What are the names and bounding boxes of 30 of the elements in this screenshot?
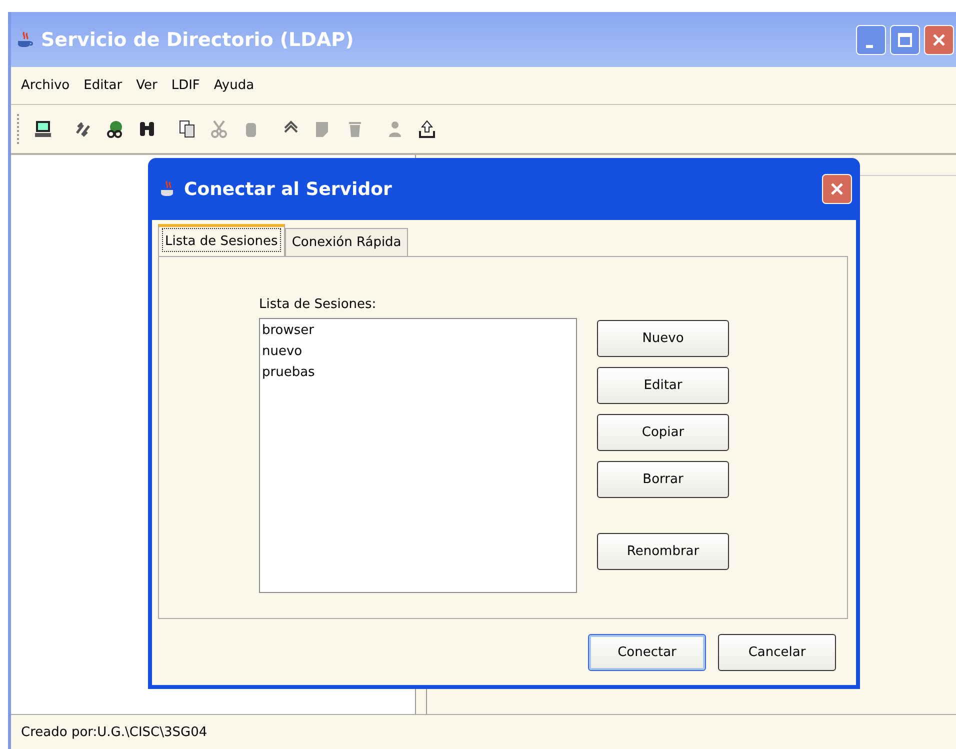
- list-item[interactable]: nuevo: [262, 344, 574, 359]
- computer-icon[interactable]: [32, 118, 54, 140]
- list-item[interactable]: browser: [262, 323, 574, 338]
- action-button[interactable]: Editar: [597, 367, 729, 404]
- action-button[interactable]: Copiar: [597, 414, 729, 451]
- list-item[interactable]: pruebas: [262, 365, 574, 380]
- menu-item[interactable]: Archivo: [21, 78, 70, 93]
- dialog-button[interactable]: Conectar: [588, 634, 706, 670]
- action-button[interactable]: Borrar: [597, 461, 729, 498]
- close-button[interactable]: [924, 24, 954, 54]
- minimize-icon: [866, 44, 872, 48]
- export-icon[interactable]: [416, 118, 438, 140]
- status-text: Creado por:U.G.\CISC\3SG04: [21, 724, 208, 740]
- action-button[interactable]: Renombrar: [597, 533, 729, 570]
- dialog-button[interactable]: Cancelar: [718, 634, 836, 670]
- action-button[interactable]: Nuevo: [597, 320, 729, 357]
- menu-item[interactable]: Ver: [136, 78, 158, 93]
- window-title: Servicio de Directorio (LDAP): [41, 28, 354, 50]
- dialog-title: Conectar al Servidor: [184, 178, 392, 200]
- menu-item[interactable]: LDIF: [171, 78, 200, 93]
- close-button[interactable]: [822, 174, 852, 204]
- maximize-button[interactable]: [890, 24, 920, 54]
- coffee-cup-icon: [15, 30, 35, 50]
- toolbar-grip[interactable]: [17, 114, 22, 144]
- list-label: Lista de Sesiones:: [259, 297, 378, 312]
- menu-item[interactable]: Ayuda: [214, 78, 254, 93]
- tab[interactable]: Conexión Rápida: [284, 228, 408, 256]
- tab[interactable]: Lista de Sesiones: [158, 224, 285, 256]
- minimize-button[interactable]: [856, 24, 886, 54]
- menu-item[interactable]: Editar: [84, 78, 122, 93]
